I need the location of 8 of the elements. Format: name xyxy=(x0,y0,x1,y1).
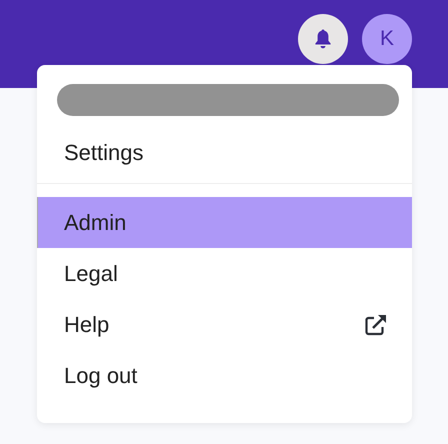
menu-item[interactable]: Admin xyxy=(37,197,412,248)
notifications-button[interactable] xyxy=(298,14,348,64)
bell-icon xyxy=(314,29,332,49)
menu-item[interactable]: Log out xyxy=(37,350,412,401)
menu-item[interactable]: Help xyxy=(37,299,412,350)
menu-item[interactable]: Settings xyxy=(37,128,412,178)
avatar-button[interactable]: K xyxy=(362,14,412,64)
menu-item[interactable]: Legal xyxy=(37,248,412,299)
